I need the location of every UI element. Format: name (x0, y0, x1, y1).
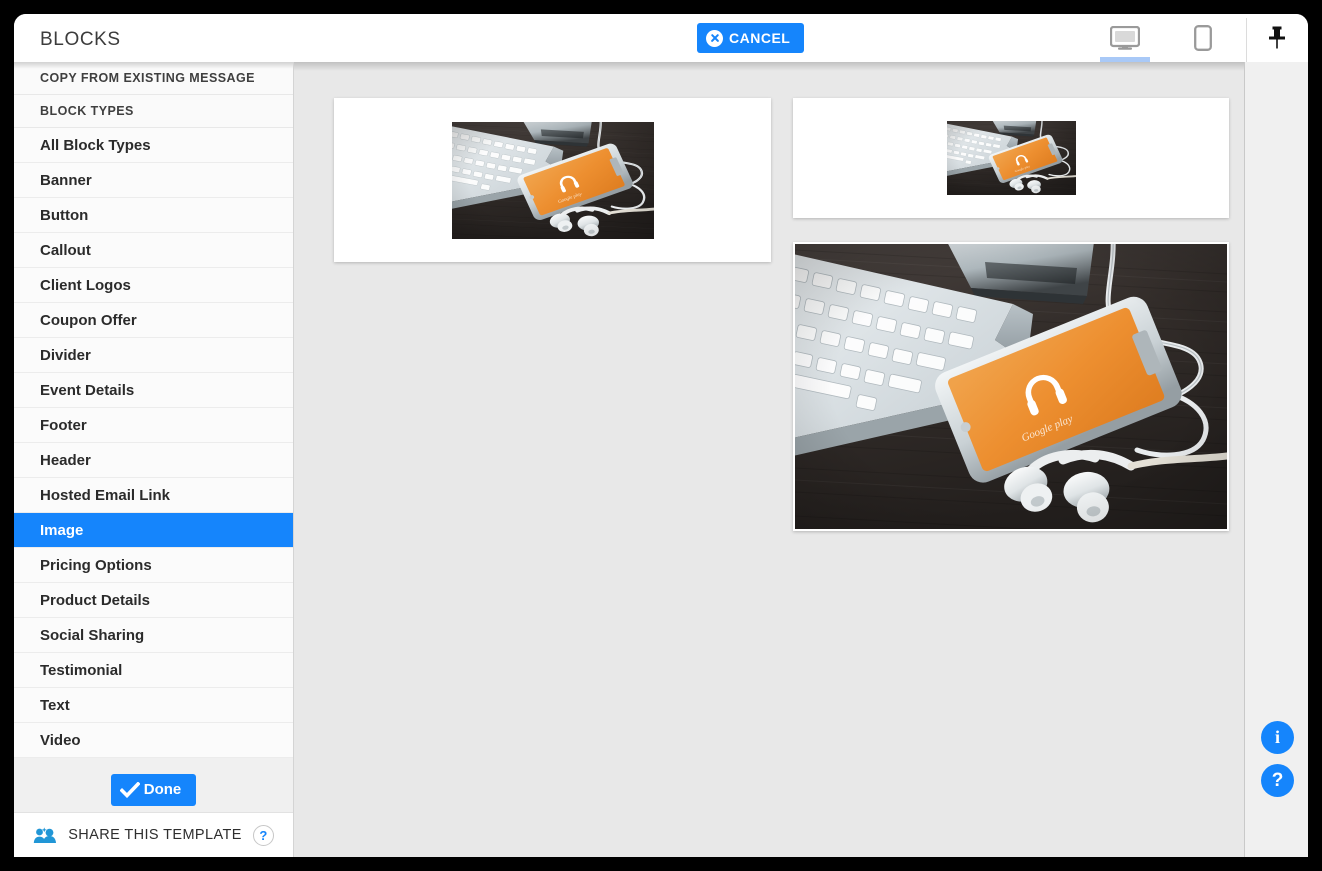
sidebar-item-label: Video (40, 731, 81, 749)
email-canvas[interactable] (294, 62, 1244, 857)
cancel-button-label: CANCEL (729, 30, 791, 46)
sidebar-item-label: Product Details (40, 591, 151, 609)
image-block-large-left[interactable] (334, 98, 771, 262)
page-title: BLOCKS (40, 29, 121, 50)
pushpin-icon (1269, 26, 1285, 49)
sidebar-item-pricing-options[interactable]: Pricing Options (14, 548, 293, 583)
sidebar-item-callout[interactable]: Callout (14, 233, 293, 268)
sidebar-item-event-details[interactable]: Event Details (14, 373, 293, 408)
sidebar-item-header[interactable]: Header (14, 443, 293, 478)
desktop-monitor-icon (1110, 26, 1140, 50)
sidebar-item-label: Footer (40, 416, 87, 434)
application-window: BLOCKS CANCEL COPY FROM EXISTING MESSAGE… (14, 14, 1308, 857)
done-button-label: Done (143, 781, 182, 798)
share-this-template-button[interactable]: SHARE THIS TEMPLATE ? (14, 812, 293, 857)
block-photo (947, 121, 1076, 195)
block-photo (452, 122, 654, 239)
sidebar-item-video[interactable]: Video (14, 723, 293, 758)
sidebar-item-image[interactable]: Image (14, 513, 293, 548)
sidebar-item-divider[interactable]: Divider (14, 338, 293, 373)
active-tab-underline (1100, 57, 1150, 62)
sidebar-item-testimonial[interactable]: Testimonial (14, 653, 293, 688)
done-button[interactable]: Done (110, 773, 197, 806)
people-group-icon (34, 826, 57, 843)
info-button[interactable]: i (1261, 721, 1294, 754)
sidebar-item-all-block-types[interactable]: All Block Types (14, 128, 293, 163)
block-photo (795, 244, 1227, 529)
top-bar: BLOCKS CANCEL (14, 14, 1308, 62)
sidebar-section-copy-from-existing-message[interactable]: COPY FROM EXISTING MESSAGE (14, 62, 293, 95)
pin-panel-button[interactable] (1254, 14, 1300, 62)
sidebar-item-label: Header (40, 451, 91, 469)
close-circle-icon (706, 29, 723, 47)
toolbar-divider (1246, 18, 1247, 62)
sidebar-item-banner[interactable]: Banner (14, 163, 293, 198)
sidebar-item-hosted-email-link[interactable]: Hosted Email Link (14, 478, 293, 513)
tab-mobile-preview[interactable] (1178, 14, 1228, 62)
sidebar-item-label: Event Details (40, 381, 135, 399)
mobile-phone-icon (1194, 25, 1212, 51)
share-help-icon[interactable]: ? (252, 824, 274, 846)
sidebar-item-label: Client Logos (40, 276, 131, 294)
share-this-template-label: SHARE THIS TEMPLATE (68, 827, 242, 843)
sidebar-item-coupon-offer[interactable]: Coupon Offer (14, 303, 293, 338)
sidebar-section-block-types[interactable]: BLOCK TYPES (14, 95, 293, 128)
sidebar-item-label: Hosted Email Link (40, 486, 171, 504)
sidebar-item-label: Testimonial (40, 661, 123, 679)
sidebar-item-footer[interactable]: Footer (14, 408, 293, 443)
cancel-button[interactable]: CANCEL (697, 23, 805, 53)
help-button[interactable]: ? (1261, 764, 1294, 797)
helper-buttons: i ? (1261, 721, 1294, 807)
sidebar-section-label: BLOCK TYPES (40, 104, 134, 118)
sidebar-item-client-logos[interactable]: Client Logos (14, 268, 293, 303)
image-block-full-right[interactable] (793, 242, 1229, 531)
sidebar-item-label: Callout (40, 241, 91, 259)
sidebar-item-label: Coupon Offer (40, 311, 137, 329)
canvas-top-shadow (294, 62, 1244, 71)
sidebar-item-label: Button (40, 206, 89, 224)
blocks-sidebar: COPY FROM EXISTING MESSAGE BLOCK TYPES A… (14, 62, 294, 857)
sidebar-item-button[interactable]: Button (14, 198, 293, 233)
image-block-small-right[interactable] (793, 98, 1229, 218)
sidebar-item-label: Pricing Options (40, 556, 152, 574)
sidebar-item-text[interactable]: Text (14, 688, 293, 723)
device-preview-tabs (1100, 14, 1228, 62)
sidebar-item-label: Divider (40, 346, 91, 364)
tab-desktop-preview[interactable] (1100, 14, 1150, 62)
checkmark-icon (119, 781, 140, 798)
sidebar-item-product-details[interactable]: Product Details (14, 583, 293, 618)
sidebar-item-label: Text (40, 696, 70, 714)
sidebar-item-social-sharing[interactable]: Social Sharing (14, 618, 293, 653)
sidebar-item-label: Image (40, 521, 84, 539)
sidebar-item-label: Social Sharing (40, 626, 145, 644)
sidebar-section-label: COPY FROM EXISTING MESSAGE (40, 71, 255, 85)
sidebar-item-label: Banner (40, 171, 92, 189)
sidebar-item-label: All Block Types (40, 136, 151, 154)
